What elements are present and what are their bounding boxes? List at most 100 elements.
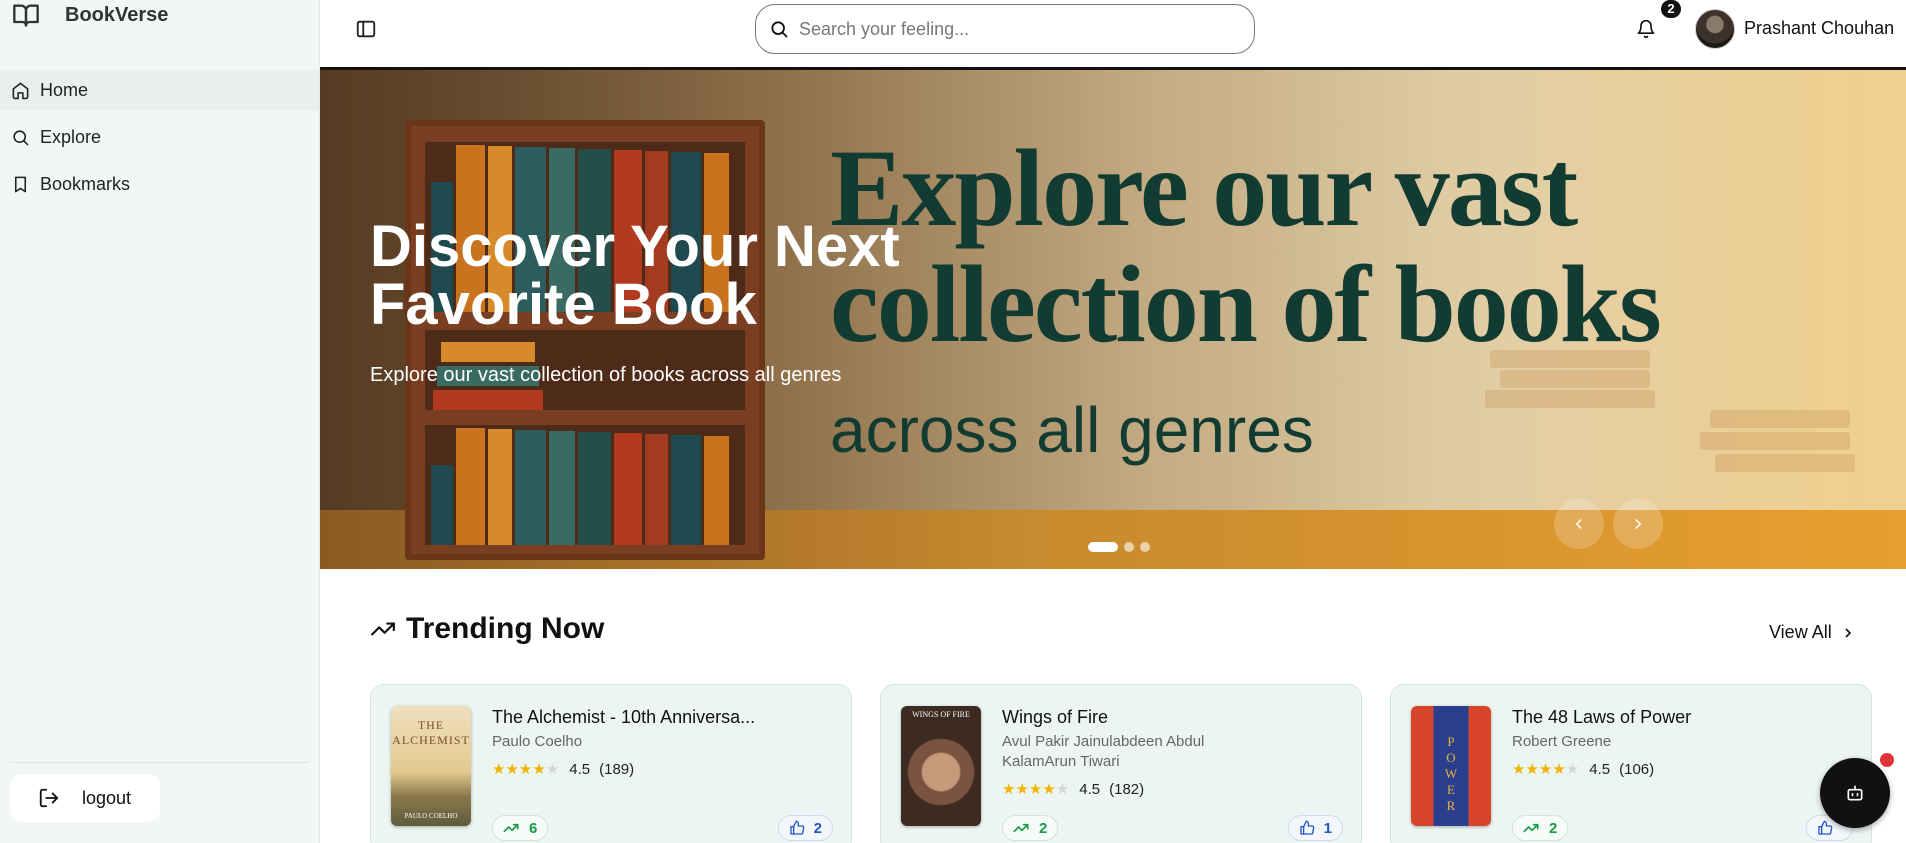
book-title: Wings of Fire xyxy=(1002,707,1109,727)
cover-title: WINGS OF FIRE xyxy=(912,710,970,719)
rating-value: 4.5 xyxy=(569,760,591,778)
trending-up-icon xyxy=(1523,823,1539,833)
book-title: The 48 Laws of Power xyxy=(1512,707,1692,727)
trending-up-icon xyxy=(371,622,395,636)
sidebar-item-label: Explore xyxy=(40,126,102,147)
thumbs-up-icon xyxy=(1818,820,1833,835)
view-all-label: View All xyxy=(1769,622,1832,642)
bookshelf-illustration xyxy=(405,120,765,560)
sidebar-item-home[interactable]: Home xyxy=(0,70,319,110)
carousel-prev-button[interactable] xyxy=(1554,499,1604,549)
open-book-icon xyxy=(13,4,39,27)
review-count: (106) xyxy=(1619,760,1655,778)
shelf-book xyxy=(441,342,535,362)
sidebar-item-bookmarks[interactable]: Bookmarks xyxy=(0,164,319,204)
thumbs-up-icon xyxy=(789,820,804,835)
thumbs-up-icon xyxy=(1299,820,1314,835)
carousel-next-button[interactable] xyxy=(1613,499,1663,549)
chevron-right-icon xyxy=(1635,518,1642,530)
shelf-book xyxy=(456,428,485,545)
book-author: Paulo Coelho xyxy=(492,733,583,750)
hero-title: Discover Your Next Favorite Book xyxy=(370,214,900,337)
book-card[interactable]: WINGS OF FIRE Wings of Fire Avul Pakir J… xyxy=(880,684,1362,843)
trending-count-badge: 6 xyxy=(492,815,549,841)
chevron-left-icon xyxy=(1575,518,1582,530)
carousel-dot[interactable] xyxy=(1088,542,1118,552)
book-card[interactable]: THE ALCHEMIST PAULO COELHO The Alchemist… xyxy=(370,684,852,843)
star-rating-icon: ★★★★★ xyxy=(492,761,560,778)
like-count: 2 xyxy=(813,819,822,837)
trend-count: 2 xyxy=(1039,819,1048,837)
rating-value: 4.5 xyxy=(1079,780,1101,798)
hero-image-text-line: across all genres xyxy=(830,394,1314,466)
shelf-row xyxy=(425,425,745,545)
chatbot-button[interactable] xyxy=(1820,758,1890,828)
shelf-book xyxy=(549,431,575,545)
trending-up-icon xyxy=(503,823,519,833)
bot-icon xyxy=(1847,785,1863,801)
sidebar: BookVerse Home Explore Bookmarks logout xyxy=(0,0,320,843)
like-button[interactable]: 1 xyxy=(1287,815,1343,841)
trending-count-badge: 2 xyxy=(1512,815,1569,841)
sidebar-item-label: Bookmarks xyxy=(40,173,131,194)
sidebar-item-explore[interactable]: Explore xyxy=(0,117,319,157)
shelf-book xyxy=(431,465,453,545)
trending-heading: Trending Now xyxy=(370,612,604,646)
book-author: Robert Greene xyxy=(1512,733,1612,750)
like-button[interactable]: 2 xyxy=(777,815,833,841)
shelf-book xyxy=(645,434,668,545)
book-rating: ★★★★★ 4.5 (106) xyxy=(1512,760,1655,779)
carousel-indicators xyxy=(1088,542,1150,552)
bell-icon[interactable] xyxy=(1636,18,1656,40)
cover-author: PAULO COELHO xyxy=(404,812,458,820)
star-rating-icon: ★★★★★ xyxy=(1002,781,1070,798)
sidebar-nav: Home Explore Bookmarks xyxy=(0,70,319,211)
shelf-book xyxy=(578,432,611,545)
carousel-dot[interactable] xyxy=(1140,542,1150,552)
review-count: (189) xyxy=(599,760,635,778)
book-rating: ★★★★★ 4.5 (182) xyxy=(1002,780,1145,799)
book-card[interactable]: POWER The 48 Laws of Power Robert Greene… xyxy=(1390,684,1872,843)
shelf-book xyxy=(488,429,512,545)
home-icon xyxy=(12,82,29,99)
book-stack-illustration xyxy=(1710,410,1850,428)
book-author: Avul Pakir Jainulabdeen Abdul KalamArun … xyxy=(1002,733,1205,770)
search-icon xyxy=(771,21,788,38)
avatar[interactable] xyxy=(1695,9,1735,49)
notification-badge: 2 xyxy=(1661,0,1681,18)
cover-title: POWER xyxy=(1444,734,1458,813)
brand-name: BookVerse xyxy=(65,4,169,26)
sidebar-toggle-icon[interactable] xyxy=(355,18,377,40)
logout-button[interactable]: logout xyxy=(10,774,160,822)
brand[interactable]: BookVerse xyxy=(10,0,168,30)
book-stack-illustration xyxy=(1700,432,1850,450)
book-cover: POWER xyxy=(1411,706,1491,826)
trending-count-badge: 2 xyxy=(1002,815,1059,841)
trending-up-icon xyxy=(1013,823,1029,833)
logout-label: logout xyxy=(82,787,132,808)
shelf-book xyxy=(704,436,729,545)
shelf-book xyxy=(671,435,701,545)
hero-subtitle: Explore our vast collection of books acr… xyxy=(370,364,842,386)
carousel-dot[interactable] xyxy=(1124,542,1134,552)
bookmark-icon xyxy=(14,176,27,192)
view-all-link[interactable]: View All xyxy=(1769,622,1856,643)
logout-icon xyxy=(39,788,59,808)
rating-value: 4.5 xyxy=(1589,760,1611,778)
book-cover: THE ALCHEMIST PAULO COELHO xyxy=(391,706,471,826)
sidebar-divider xyxy=(10,762,309,763)
shelf-book xyxy=(433,390,543,410)
book-stack-illustration xyxy=(1715,454,1855,472)
user-name[interactable]: Prashant Chouhan xyxy=(1744,18,1894,39)
shelf-book xyxy=(515,430,546,545)
book-rating: ★★★★★ 4.5 (189) xyxy=(492,760,635,779)
search-bar[interactable] xyxy=(755,4,1255,54)
review-count: (182) xyxy=(1109,780,1145,798)
book-title: The Alchemist - 10th Anniversa... xyxy=(492,707,756,727)
like-count: 1 xyxy=(1323,819,1332,837)
sidebar-item-label: Home xyxy=(40,79,89,100)
search-input[interactable] xyxy=(799,18,1219,40)
top-header: 2 Prashant Chouhan xyxy=(320,0,1906,70)
chatbot-notification-dot xyxy=(1880,753,1894,767)
star-rating-icon: ★★★★★ xyxy=(1512,761,1580,778)
